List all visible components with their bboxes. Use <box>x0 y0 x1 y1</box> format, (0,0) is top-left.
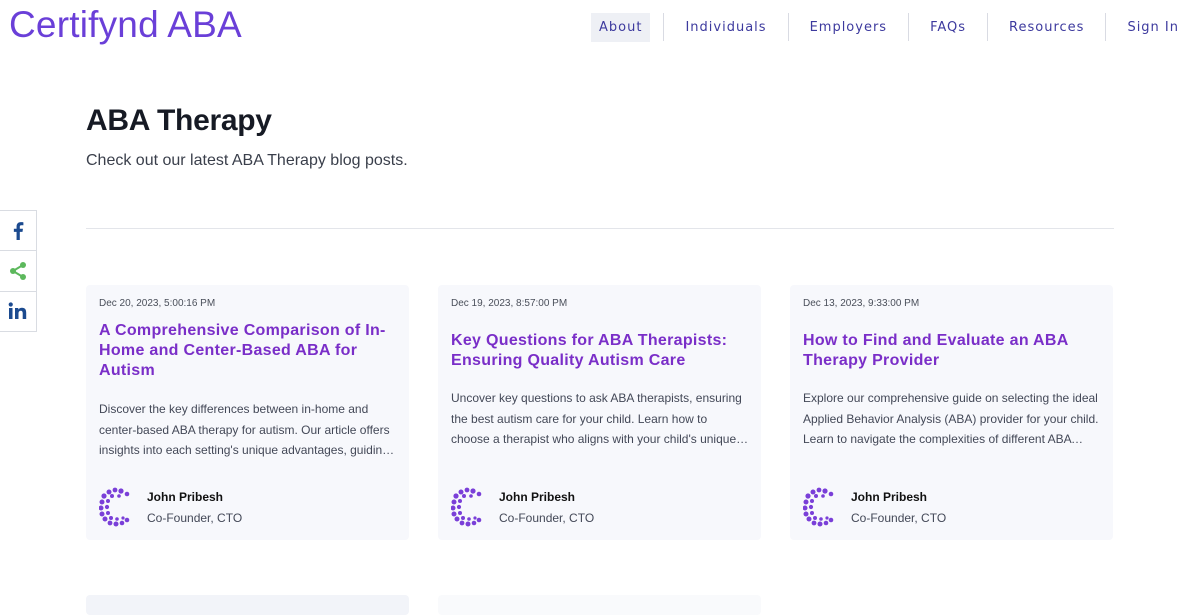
post-excerpt: Uncover key questions to ask ABA therapi… <box>451 391 742 446</box>
nav-employers[interactable]: Employers <box>802 13 896 42</box>
share-linkedin-button[interactable] <box>0 292 36 331</box>
author-avatar <box>99 487 130 527</box>
share-sidebar <box>0 210 37 332</box>
author-avatar <box>451 487 482 527</box>
blog-card-next-row[interactable] <box>86 595 409 615</box>
nav-separator <box>663 13 665 41</box>
page-subtitle: Check out our latest ABA Therapy blog po… <box>86 152 408 169</box>
author-name: John Pribesh <box>499 490 576 504</box>
author-name: John Pribesh <box>851 490 928 504</box>
share-facebook-button[interactable] <box>0 211 36 252</box>
author-name: John Pribesh <box>147 490 224 504</box>
post-title[interactable]: Key Questions for ABA Therapists: Ensuri… <box>451 331 741 371</box>
nav-separator <box>908 13 910 41</box>
post-excerpt: Discover the key differences between in-… <box>99 402 390 457</box>
blog-card-next-row[interactable] <box>438 595 761 615</box>
nav-separator <box>787 13 789 41</box>
author-role: Co-Founder, CTO <box>851 511 947 525</box>
author-role: Co-Founder, CTO <box>147 511 243 525</box>
facebook-icon <box>13 221 24 240</box>
blog-card[interactable]: Dec 19, 2023, 8:57:00 PM Key Questions f… <box>438 285 761 540</box>
author-avatar <box>803 487 834 527</box>
nav-about[interactable]: About <box>591 12 651 42</box>
post-excerpt: Explore our comprehensive guide on selec… <box>803 391 1099 446</box>
post-date: Dec 19, 2023, 8:57:00 PM <box>451 298 568 309</box>
linkedin-icon <box>8 302 27 320</box>
site-logo[interactable]: Certifynd ABA <box>9 4 242 46</box>
author-role: Co-Founder, CTO <box>499 511 595 525</box>
blog-card[interactable]: Dec 20, 2023, 5:00:16 PM A Comprehensive… <box>86 285 409 540</box>
post-date: Dec 13, 2023, 9:33:00 PM <box>803 298 920 309</box>
page-title: ABA Therapy <box>86 104 272 137</box>
main-nav: About Individuals Employers FAQs Resourc… <box>578 12 1200 42</box>
section-divider <box>86 228 1114 229</box>
post-date: Dec 20, 2023, 5:00:16 PM <box>99 298 216 309</box>
nav-faqs[interactable]: FAQs <box>922 13 974 42</box>
nav-resources[interactable]: Resources <box>1001 13 1092 42</box>
share-generic-button[interactable] <box>0 251 36 292</box>
post-title[interactable]: How to Find and Evaluate an ABA Therapy … <box>803 331 1093 371</box>
share-icon <box>10 261 26 280</box>
post-title[interactable]: A Comprehensive Comparison of In-Home an… <box>99 321 389 381</box>
nav-individuals[interactable]: Individuals <box>677 13 774 42</box>
blog-card[interactable]: Dec 13, 2023, 9:33:00 PM How to Find and… <box>790 285 1113 540</box>
nav-sign-in[interactable]: Sign In <box>1119 13 1187 42</box>
nav-separator <box>1105 13 1107 41</box>
nav-separator <box>987 13 989 41</box>
